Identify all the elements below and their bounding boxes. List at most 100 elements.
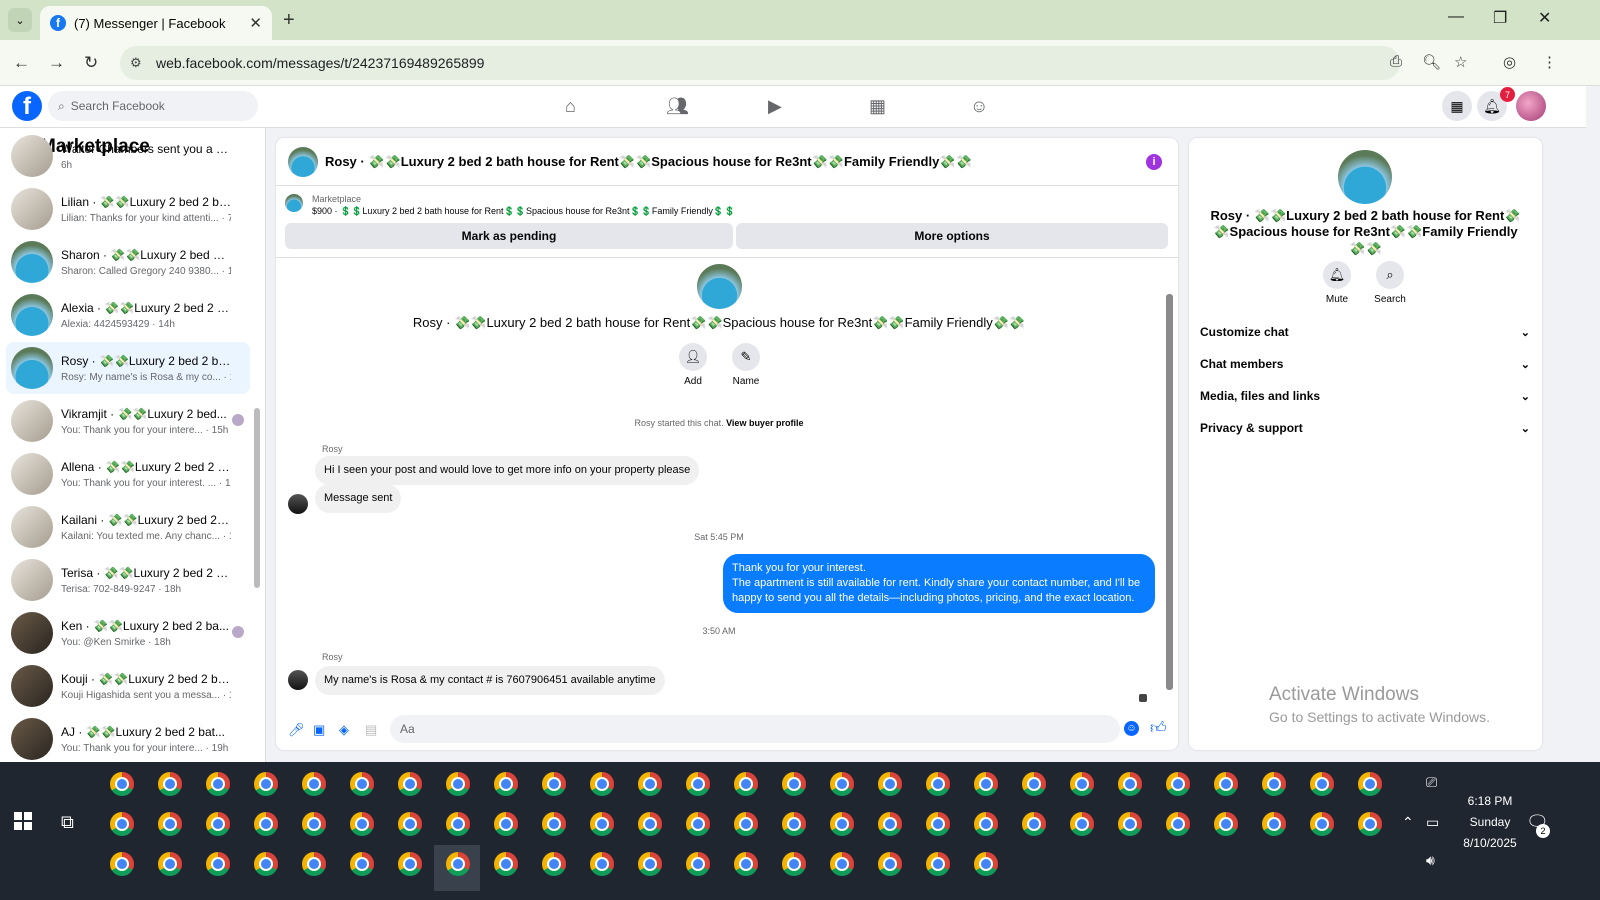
chrome-taskbar-icon[interactable] <box>254 812 278 836</box>
chrome-taskbar-icon[interactable] <box>638 852 662 876</box>
chrome-taskbar-icon[interactable] <box>542 812 566 836</box>
groups-icon[interactable]: ☺ <box>970 96 988 117</box>
chrome-taskbar-icon[interactable] <box>206 812 230 836</box>
info-icon[interactable]: i <box>1146 154 1162 170</box>
chrome-taskbar-icon[interactable] <box>158 812 182 836</box>
chrome-taskbar-icon[interactable] <box>638 812 662 836</box>
thumbs-up-icon[interactable]: 👍︎ <box>1150 719 1167 738</box>
more-options-button[interactable]: More options <box>736 223 1168 249</box>
chrome-taskbar-icon[interactable] <box>1214 772 1238 796</box>
details-avatar[interactable] <box>1338 150 1392 204</box>
conversation-item[interactable]: AJ · 💸💸Luxury 2 bed 2 bat... You: Thank y… <box>6 713 250 765</box>
conversation-item[interactable]: Terisa · 💸💸Luxury 2 bed 2 bat... Terisa: … <box>6 554 250 606</box>
listing-price[interactable]: $900 · 💲💲Luxury 2 bed 2 bath house for R… <box>312 206 735 217</box>
photo-icon[interactable]: ▣ <box>313 722 325 738</box>
chrome-taskbar-icon[interactable] <box>494 852 518 876</box>
chrome-taskbar-icon[interactable] <box>1358 772 1382 796</box>
chrome-taskbar-icon[interactable] <box>686 812 710 836</box>
close-tab-icon[interactable]: ✕ <box>249 14 262 32</box>
windows-start-icon[interactable] <box>14 812 32 830</box>
chrome-taskbar-icon[interactable] <box>110 852 134 876</box>
chrome-taskbar-icon[interactable] <box>398 852 422 876</box>
message-input[interactable]: Aa <box>390 715 1120 743</box>
chrome-taskbar-icon[interactable] <box>446 812 470 836</box>
chrome-taskbar-icon[interactable] <box>590 812 614 836</box>
clock-date[interactable]: 8/10/2025 <box>1450 836 1530 850</box>
chrome-taskbar-icon[interactable] <box>926 772 950 796</box>
conversation-item[interactable]: Kailani · 💸💸Luxury 2 bed 2 ba... Kailani:… <box>6 501 250 553</box>
chrome-taskbar-icon[interactable] <box>782 812 806 836</box>
minimize-icon[interactable]: — <box>1448 8 1464 26</box>
clock-time[interactable]: 6:18 PM <box>1450 794 1530 808</box>
chrome-taskbar-icon[interactable] <box>974 812 998 836</box>
chrome-taskbar-icon[interactable] <box>878 852 902 876</box>
chrome-taskbar-icon[interactable] <box>830 812 854 836</box>
site-info-icon[interactable]: ⚙ <box>130 55 142 71</box>
mute-button[interactable]: 🔔︎ Mute <box>1312 261 1362 305</box>
chrome-taskbar-icon[interactable] <box>1166 772 1190 796</box>
conversation-item[interactable]: Allena · 💸💸Luxury 2 bed 2 ba... You: Than… <box>6 448 250 500</box>
back-icon[interactable]: ← <box>13 53 30 73</box>
restore-icon[interactable]: ❐ <box>1493 8 1507 28</box>
chrome-taskbar-icon[interactable] <box>206 772 230 796</box>
chrome-taskbar-icon[interactable] <box>830 772 854 796</box>
chrome-taskbar-icon[interactable] <box>974 772 998 796</box>
chrome-taskbar-icon[interactable] <box>782 852 806 876</box>
mark-as-pending-button[interactable]: Mark as pending <box>285 223 733 249</box>
search-conversation-button[interactable]: ⌕ Search <box>1365 261 1415 305</box>
view-buyer-profile-link[interactable]: View buyer profile <box>726 418 803 428</box>
chrome-taskbar-icon[interactable] <box>926 812 950 836</box>
conversation-item[interactable]: Walter Chambers sent you a mess... 6h <box>6 130 250 182</box>
account-avatar[interactable] <box>1516 91 1546 121</box>
chrome-taskbar-icon[interactable] <box>1022 772 1046 796</box>
marketplace-icon[interactable]: ▦ <box>869 96 886 117</box>
chrome-taskbar-icon[interactable] <box>110 812 134 836</box>
sender-avatar[interactable] <box>288 670 308 690</box>
zoom-icon[interactable]: 🔍︎ <box>1422 53 1441 71</box>
url-input[interactable]: ⚙ web.facebook.com/messages/t/2423716948… <box>120 46 1400 80</box>
chrome-taskbar-icon[interactable] <box>638 772 662 796</box>
chrome-taskbar-icon[interactable] <box>830 852 854 876</box>
details-section[interactable]: Media, files and links ⌄ <box>1200 382 1530 410</box>
menu-grid-icon[interactable]: ▦ <box>1442 91 1472 121</box>
conversation-item[interactable]: Rosy · 💸💸Luxury 2 bed 2 bat... Rosy: My n… <box>6 342 250 394</box>
chrome-taskbar-icon[interactable] <box>1262 812 1286 836</box>
chrome-taskbar-icon[interactable] <box>254 852 278 876</box>
chrome-taskbar-icon[interactable] <box>494 772 518 796</box>
message-bubble-incoming[interactable]: Hi I seen your post and would love to ge… <box>315 456 700 485</box>
chrome-taskbar-icon[interactable] <box>734 772 758 796</box>
home-icon[interactable]: ⌂ <box>565 96 576 117</box>
chrome-taskbar-icon[interactable] <box>878 812 902 836</box>
chrome-taskbar-icon[interactable] <box>110 772 134 796</box>
volume-icon[interactable]: 🔊︎ <box>1426 852 1435 869</box>
new-tab-button[interactable]: + <box>283 9 295 32</box>
chrome-taskbar-icon[interactable] <box>350 772 374 796</box>
listing-thumbnail[interactable] <box>285 194 303 212</box>
chrome-taskbar-icon[interactable] <box>350 812 374 836</box>
chrome-taskbar-icon[interactable] <box>158 852 182 876</box>
search-input[interactable]: ⌕ Search Facebook <box>48 91 258 121</box>
chat-avatar[interactable] <box>288 146 318 177</box>
chrome-taskbar-icon[interactable] <box>1310 812 1334 836</box>
chrome-taskbar-icon[interactable] <box>302 772 326 796</box>
install-app-icon[interactable]: ⎙ <box>1390 53 1402 70</box>
clock-day[interactable]: Sunday <box>1450 815 1530 829</box>
meet-now-icon[interactable]: ⎚ <box>1426 774 1437 791</box>
message-bubble-outgoing[interactable]: Thank you for your interest. The apartme… <box>723 554 1155 613</box>
sender-avatar[interactable] <box>288 494 308 514</box>
add-people-button[interactable]: 👤︎ Add <box>663 343 723 387</box>
chrome-taskbar-icon[interactable] <box>1070 812 1094 836</box>
conversation-item[interactable]: Sharon · 💸💸Luxury 2 bed 2 b... Sharon: Ca… <box>6 236 250 288</box>
chrome-taskbar-icon[interactable] <box>782 772 806 796</box>
message-bubble-incoming[interactable]: Message sent <box>315 484 402 513</box>
chrome-taskbar-icon[interactable] <box>878 772 902 796</box>
edit-name-button[interactable]: ✎ Name <box>716 343 776 387</box>
chat-title[interactable]: Rosy · 💸💸Luxury 2 bed 2 bath house for R… <box>325 154 972 170</box>
emoji-icon[interactable]: ☺ <box>1124 721 1139 736</box>
video-icon[interactable]: ▶ <box>768 96 782 117</box>
chrome-taskbar-icon[interactable] <box>686 772 710 796</box>
chrome-taskbar-icon[interactable] <box>206 852 230 876</box>
forward-icon[interactable]: → <box>48 53 65 73</box>
conversation-item[interactable]: Lilian · 💸💸Luxury 2 bed 2 bat... Lilian: … <box>6 183 250 235</box>
conversation-item[interactable]: Kouji · 💸💸Luxury 2 bed 2 bat... Kouji Hig… <box>6 660 250 712</box>
